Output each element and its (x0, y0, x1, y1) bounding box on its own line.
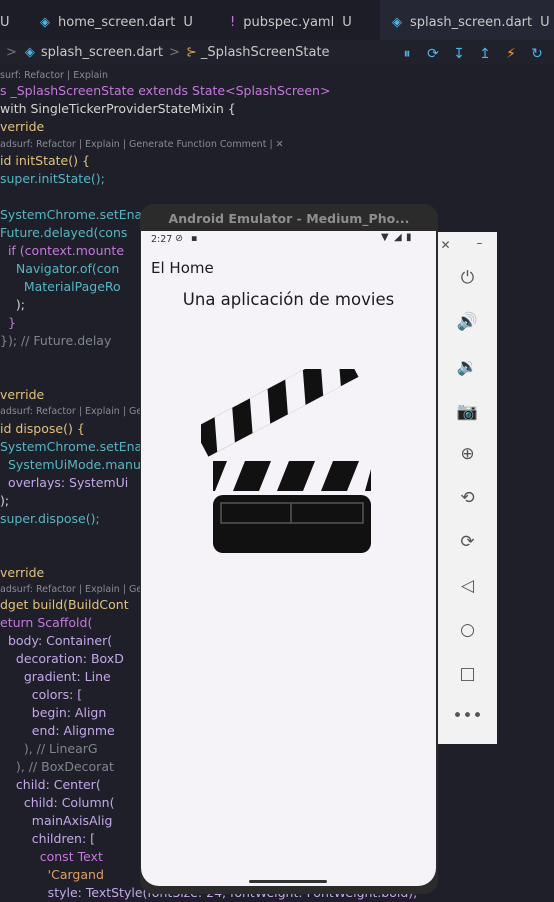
code-line: if (context.mounte (0, 243, 125, 258)
dart-icon: ◈ (392, 14, 402, 30)
tab-home-screen[interactable]: ◈ home_screen.dart U (40, 0, 210, 44)
step-into-icon[interactable]: ↧ (446, 46, 472, 62)
code-line: body: Container( (0, 633, 113, 648)
dart-icon: ◈ (24, 44, 35, 60)
rotate-right-icon[interactable]: ⟳ (438, 532, 497, 552)
code-line: verride (0, 119, 45, 134)
code-line: ), // BoxDecorat (0, 759, 114, 774)
emulator-side-panel: ✕ – ⏻ 🔊 🔉 📷 ⊕ ⟲ ⟳ ◁ ○ □ ••• (438, 232, 497, 744)
debug-toolbar: ⏸ ⟳ ↧ ↥ ⚡ ↻ (394, 40, 550, 68)
codelens-hint[interactable]: adsurf: Refactor | Explain | Generate Fu… (0, 139, 284, 150)
clapperboard-icon (201, 369, 371, 553)
code-line: end: Alignme (0, 723, 115, 738)
code-line: overlays: SystemUi (0, 475, 129, 490)
more-icon[interactable]: ••• (438, 706, 497, 726)
page-subtitle: Una aplicación de movies (182, 290, 395, 309)
code-line: ), // LinearG (0, 741, 98, 756)
home-indicator[interactable] (249, 880, 327, 883)
code-line: colors: [ (0, 687, 83, 702)
editor-tab-bar: U ◈ home_screen.dart U ! pubspec.yaml U … (0, 0, 554, 45)
overview-icon[interactable]: □ (438, 664, 497, 684)
codelens-hint[interactable]: adsurf: Refactor | Explain | Ge (0, 406, 142, 417)
emulator-title[interactable]: Android Emulator - Medium_Pho... (140, 204, 438, 232)
code-line: begin: Align (0, 705, 107, 720)
code-line: ); (0, 297, 25, 312)
code-line: children: [ (0, 831, 96, 846)
phone-screen[interactable]: 2:27 ⊘ ▪ ▼ ◢ ▮ El Home Una aplicación de… (141, 231, 436, 886)
code-line: gradient: Line (0, 669, 111, 684)
tab-partial[interactable]: U (0, 0, 30, 44)
pause-icon[interactable]: ⏸ (394, 46, 420, 62)
code-line: eturn Scaffold( (0, 615, 93, 630)
step-over-icon[interactable]: ⟳ (420, 46, 446, 62)
hot-reload-icon[interactable]: ⚡ (498, 46, 524, 62)
dnd-icon: ⊘ (175, 233, 183, 244)
code-line: child: Column( (0, 795, 115, 810)
signal-icon: ◢ (394, 232, 402, 243)
codelens-hint[interactable]: surf: Refactor | Explain (0, 70, 108, 81)
back-icon[interactable]: ◁ (438, 576, 497, 596)
tab-splash-screen[interactable]: ◈ splash_screen.dart U (380, 0, 554, 44)
code-line: MaterialPageRo (0, 279, 121, 294)
code-line: dget build(BuildCont (0, 597, 129, 612)
zoom-icon[interactable]: ⊕ (438, 444, 497, 464)
breadcrumb-symbol[interactable]: _SplashScreenState (201, 45, 330, 60)
class-symbol-icon: ⊱ (185, 44, 197, 60)
minimize-icon[interactable]: – (450, 236, 509, 250)
tab-pubspec[interactable]: ! pubspec.yaml U (230, 0, 370, 44)
code-line: Navigator.of(con (0, 261, 120, 276)
volume-up-icon[interactable]: 🔊 (438, 312, 497, 332)
code-line: const Text (0, 849, 103, 864)
power-icon[interactable]: ⏻ (438, 268, 497, 288)
sim-icon: ▪ (191, 233, 198, 244)
code-line: SystemChrome.setEnab (0, 207, 151, 222)
codelens-hint[interactable]: adsurf: Refactor | Explain | Ge (0, 584, 142, 595)
code-line: verride (0, 387, 45, 402)
volume-down-icon[interactable]: 🔉 (438, 357, 497, 377)
restart-icon[interactable]: ↻ (524, 46, 550, 62)
battery-icon: ▮ (406, 232, 412, 243)
code-line: super.dispose(); (0, 511, 100, 526)
code-line: }); // Future.delay (0, 333, 112, 348)
code-line: decoration: BoxD (0, 651, 124, 666)
camera-icon[interactable]: 📷 (438, 402, 497, 422)
code-line: super.initState(); (0, 171, 105, 186)
yaml-icon: ! (230, 14, 236, 30)
step-out-icon[interactable]: ↥ (472, 46, 498, 62)
code-line: verride (0, 565, 45, 580)
breadcrumb-file[interactable]: splash_screen.dart (41, 45, 163, 60)
code-line: s _SplashScreenState extends State<Splas… (0, 83, 331, 98)
code-line: SystemUiMode.manua (0, 457, 149, 472)
app-bar-title: El Home (151, 259, 214, 277)
home-icon[interactable]: ○ (438, 620, 497, 640)
code-line: id dispose() { (0, 421, 85, 436)
code-line: ); (0, 493, 10, 508)
dart-icon: ◈ (40, 14, 50, 30)
rotate-left-icon[interactable]: ⟲ (438, 488, 497, 508)
status-bar: 2:27 ⊘ ▪ ▼ ◢ ▮ (151, 232, 412, 245)
code-line: SystemChrome.setEnab (0, 439, 151, 454)
code-line: 'Cargand (0, 867, 104, 882)
code-line: Future.delayed(cons (0, 225, 128, 240)
code-line: mainAxisAlig (0, 813, 113, 828)
code-line: child: Center( (0, 777, 101, 792)
wifi-icon: ▼ (381, 232, 389, 243)
code-line: id initState() { (0, 153, 90, 168)
code-line: with SingleTickerProviderStateMixin { (0, 101, 236, 116)
code-line: } (0, 315, 16, 330)
